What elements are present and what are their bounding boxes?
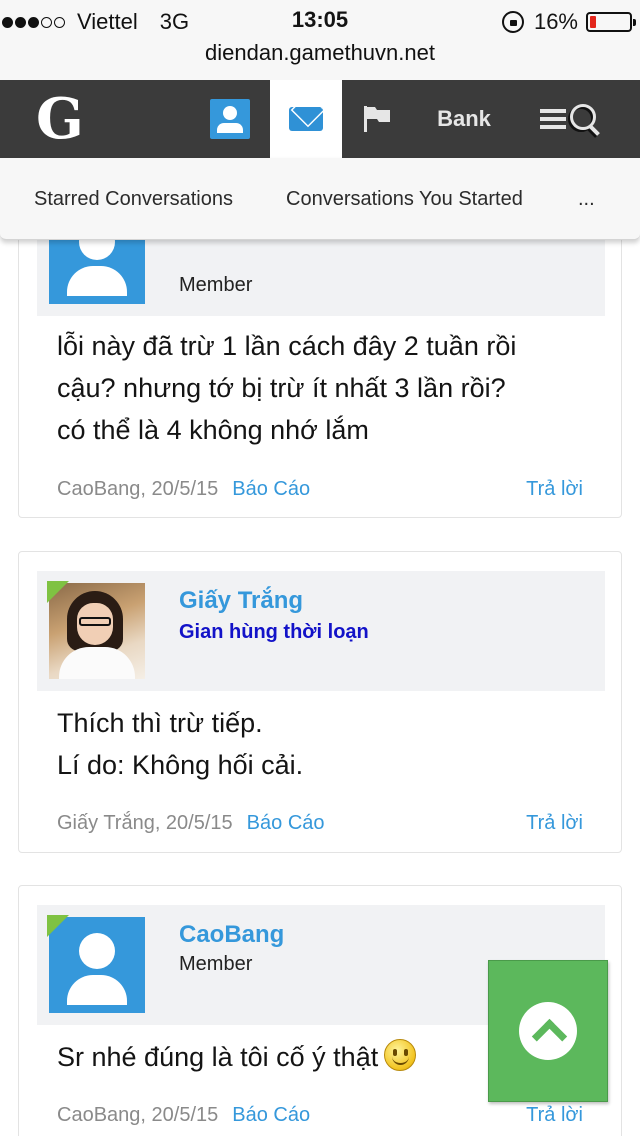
user-title: Member [179, 274, 253, 296]
post-meta: Giấy Trắng, 20/5/15 Báo Cáo [57, 812, 325, 835]
conversations-submenu: Starred Conversations Conversations You … [0, 158, 640, 240]
menu-icon [540, 109, 566, 129]
conversations-you-started-link[interactable]: Conversations You Started [286, 188, 523, 211]
status-bar: Viettel 3G 13:05 16% diendan.gamethuvn.n… [0, 0, 640, 80]
online-indicator [47, 915, 69, 937]
user-title: Member [179, 953, 253, 975]
message-body: Thích thì trừ tiếp. Lí do: Không hối cải… [57, 702, 597, 786]
inbox-button[interactable] [270, 80, 342, 158]
site-navbar: G Bank [0, 80, 640, 158]
message-line: Lí do: Không hối cải. [57, 750, 304, 780]
post-meta: CaoBang, 20/5/15 Báo Cáo [57, 478, 310, 501]
avatar[interactable] [49, 240, 145, 304]
reply-link[interactable]: Trả lời [526, 478, 583, 501]
search-icon[interactable] [566, 102, 600, 136]
battery-level [590, 16, 596, 28]
post-header: Member [37, 240, 605, 316]
reply-link[interactable]: Trả lời [526, 812, 583, 835]
address-bar[interactable]: diendan.gamethuvn.net [0, 40, 640, 66]
message-post: Giấy Trắng Gian hùng thời loạn Thích thì… [18, 551, 622, 853]
back-to-top-button[interactable] [488, 960, 608, 1102]
status-right: 16% [501, 7, 636, 37]
message-line: có thể là 4 không nhớ lắm [57, 415, 369, 445]
message-line: lỗi này đã trừ 1 lần cách đây 2 tuần rồi [57, 331, 517, 361]
starred-conversations-link[interactable]: Starred Conversations [34, 188, 233, 211]
post-header: Giấy Trắng Gian hùng thời loạn [37, 571, 605, 691]
bank-link[interactable]: Bank [416, 80, 512, 158]
site-logo[interactable]: G [36, 90, 84, 148]
battery-icon [586, 12, 636, 32]
message-text: Sr nhé đúng là tôi cố ý thật [57, 1042, 379, 1072]
username[interactable]: CaoBang [179, 921, 284, 949]
message-post: Member lỗi này đã trừ 1 lần cách đây 2 t… [18, 240, 622, 518]
user-icon [210, 99, 250, 139]
rotation-lock-icon [501, 11, 524, 33]
message-line: Thích thì trừ tiếp. [57, 708, 263, 738]
report-link[interactable]: Báo Cáo [232, 1104, 310, 1126]
alerts-button[interactable] [350, 80, 406, 158]
post-meta: CaoBang, 20/5/15 Báo Cáo [57, 1104, 310, 1127]
author-date[interactable]: CaoBang, 20/5/15 [57, 478, 218, 500]
message-body: lỗi này đã trừ 1 lần cách đây 2 tuần rồi… [57, 325, 597, 451]
envelope-icon [289, 107, 323, 131]
more-link[interactable]: ... [578, 188, 595, 211]
flag-icon [364, 106, 390, 132]
reply-link[interactable]: Trả lời [526, 1104, 583, 1127]
chevron-up-icon [519, 1002, 577, 1060]
report-link[interactable]: Báo Cáo [247, 812, 325, 834]
battery-percent: 16% [533, 9, 578, 34]
message-line: cậu? nhưng tớ bị trừ ít nhất 3 lần rồi? [57, 373, 506, 403]
account-button[interactable] [190, 80, 270, 158]
author-date[interactable]: CaoBang, 20/5/15 [57, 1104, 218, 1126]
report-link[interactable]: Báo Cáo [232, 478, 310, 500]
online-indicator [47, 581, 69, 603]
username[interactable]: Giấy Trắng [179, 587, 303, 615]
smiley-icon [384, 1039, 417, 1071]
user-title: Gian hùng thời loạn [179, 621, 369, 643]
author-date[interactable]: Giấy Trắng, 20/5/15 [57, 812, 233, 834]
